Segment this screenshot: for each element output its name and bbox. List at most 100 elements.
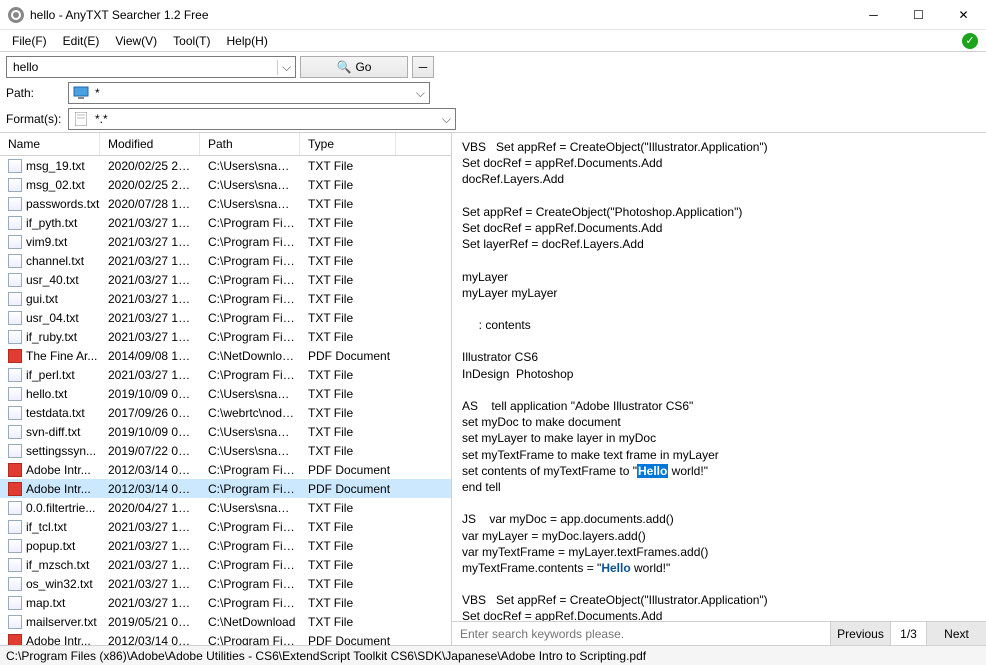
file-name: if_mzsch.txt (26, 558, 89, 572)
table-row[interactable]: usr_40.txt2021/03/27 10:...C:\Program Fi… (0, 270, 451, 289)
app-icon (8, 7, 24, 23)
table-row[interactable]: if_pyth.txt2021/03/27 10:...C:\Program F… (0, 213, 451, 232)
table-row[interactable]: msg_02.txt2020/02/25 23:...C:\Users\snap… (0, 175, 451, 194)
menu-tool[interactable]: Tool(T) (165, 32, 218, 50)
file-name: settingssyn... (26, 444, 96, 458)
path-dropdown-icon[interactable]: ⌵ (416, 86, 425, 101)
file-name: popup.txt (26, 539, 75, 553)
menu-file[interactable]: File(F) (4, 32, 55, 50)
search-toolbar: ⌵ 🔍 Go ─ (0, 52, 986, 80)
table-row[interactable]: svn-diff.txt2019/10/09 06:...C:\Users\sn… (0, 422, 451, 441)
file-type: TXT File (302, 615, 398, 629)
txt-icon (8, 444, 22, 458)
txt-icon (8, 539, 22, 553)
table-row[interactable]: 0.0.filtertrie...2020/04/27 14:...C:\Use… (0, 498, 451, 517)
txt-icon (8, 368, 22, 382)
file-path: C:\Users\snapfil... (202, 425, 302, 439)
file-path: C:\Program File... (202, 558, 302, 572)
file-type: TXT File (302, 425, 398, 439)
file-modified: 2019/10/09 06:... (102, 425, 202, 439)
menu-help[interactable]: Help(H) (219, 32, 276, 50)
format-value: *.* (95, 112, 108, 126)
txt-icon (8, 159, 22, 173)
table-row[interactable]: The Fine Ar...2014/09/08 17:...C:\NetDow… (0, 346, 451, 365)
preview-pane: VBS Set appRef = CreateObject("Illustrat… (452, 133, 986, 645)
table-row[interactable]: vim9.txt2021/03/27 10:...C:\Program File… (0, 232, 451, 251)
table-row[interactable]: mailserver.txt2019/05/21 08:...C:\NetDow… (0, 612, 451, 631)
next-button[interactable]: Next (926, 622, 986, 645)
table-row[interactable]: if_tcl.txt2021/03/27 10:...C:\Program Fi… (0, 517, 451, 536)
file-name: if_tcl.txt (26, 520, 67, 534)
txt-icon (8, 387, 22, 401)
file-modified: 2020/02/25 23:... (102, 159, 202, 173)
file-type: TXT File (302, 178, 398, 192)
col-type[interactable]: Type (300, 133, 396, 155)
file-name: Adobe Intr... (26, 463, 91, 477)
file-type: TXT File (302, 539, 398, 553)
table-row[interactable]: Adobe Intr...2012/03/14 02:...C:\Program… (0, 460, 451, 479)
file-name: passwords.txt (26, 197, 99, 211)
table-row[interactable]: testdata.txt2017/09/26 08:...C:\webrtc\n… (0, 403, 451, 422)
file-path: C:\Program File... (202, 330, 302, 344)
table-row[interactable]: hello.txt2019/10/09 06:...C:\Users\snapf… (0, 384, 451, 403)
go-button[interactable]: 🔍 Go (300, 56, 408, 78)
table-row[interactable]: passwords.txt2020/07/28 12:...C:\Users\s… (0, 194, 451, 213)
menu-edit[interactable]: Edit(E) (55, 32, 108, 50)
file-name: channel.txt (26, 254, 84, 268)
file-path: C:\Program File... (202, 235, 302, 249)
collapse-button[interactable]: ─ (412, 56, 434, 78)
file-name: Adobe Intr... (26, 634, 91, 646)
file-type: PDF Document (302, 482, 398, 496)
minimize-button[interactable]: ─ (851, 0, 896, 30)
col-modified[interactable]: Modified (100, 133, 200, 155)
file-type: TXT File (302, 197, 398, 211)
table-row[interactable]: Adobe Intr...2012/03/14 02:...C:\Program… (0, 479, 451, 498)
file-modified: 2019/07/22 09:... (102, 444, 202, 458)
statusbar-path: C:\Program Files (x86)\Adobe\Adobe Utili… (6, 649, 646, 663)
index-status-icon[interactable]: ✓ (962, 33, 978, 49)
search-dropdown-icon[interactable]: ⌵ (277, 60, 295, 75)
file-modified: 2021/03/27 10:... (102, 254, 202, 268)
search-input[interactable] (7, 60, 277, 74)
table-row[interactable]: if_perl.txt2021/03/27 10:...C:\Program F… (0, 365, 451, 384)
table-row[interactable]: msg_19.txt2020/02/25 23:...C:\Users\snap… (0, 156, 451, 175)
close-button[interactable]: ✕ (941, 0, 986, 30)
table-row[interactable]: settingssyn...2019/07/22 09:...C:\Users\… (0, 441, 451, 460)
file-modified: 2021/03/27 10:... (102, 577, 202, 591)
file-name: if_ruby.txt (26, 330, 77, 344)
menu-view[interactable]: View(V) (107, 32, 165, 50)
search-combo[interactable]: ⌵ (6, 56, 296, 78)
table-row[interactable]: gui.txt2021/03/27 10:...C:\Program File.… (0, 289, 451, 308)
preview-search-input[interactable] (452, 622, 830, 645)
format-combo[interactable]: *.* ⌵ (68, 108, 456, 130)
table-row[interactable]: if_ruby.txt2021/03/27 10:...C:\Program F… (0, 327, 451, 346)
table-row[interactable]: channel.txt2021/03/27 10:...C:\Program F… (0, 251, 451, 270)
col-path[interactable]: Path (200, 133, 300, 155)
txt-icon (8, 330, 22, 344)
table-row[interactable]: Adobe Intr...2012/03/14 02:...C:\Program… (0, 631, 451, 645)
file-path: C:\Users\snapfil... (202, 178, 302, 192)
table-row[interactable]: if_mzsch.txt2021/03/27 10:...C:\Program … (0, 555, 451, 574)
table-row[interactable]: os_win32.txt2021/03/27 10:...C:\Program … (0, 574, 451, 593)
format-dropdown-icon[interactable]: ⌵ (442, 112, 451, 127)
statusbar: C:\Program Files (x86)\Adobe\Adobe Utili… (0, 645, 986, 665)
path-combo[interactable]: * ⌵ (68, 82, 430, 104)
txt-icon (8, 558, 22, 572)
table-row[interactable]: popup.txt2021/03/27 10:...C:\Program Fil… (0, 536, 451, 555)
file-name: vim9.txt (26, 235, 67, 249)
maximize-button[interactable]: ☐ (896, 0, 941, 30)
menubar: File(F) Edit(E) View(V) Tool(T) Help(H) … (0, 30, 986, 52)
table-row[interactable]: usr_04.txt2021/03/27 10:...C:\Program Fi… (0, 308, 451, 327)
file-name: if_pyth.txt (26, 216, 77, 230)
file-type: TXT File (302, 235, 398, 249)
file-name: if_perl.txt (26, 368, 75, 382)
col-name[interactable]: Name (0, 133, 100, 155)
results-list[interactable]: msg_19.txt2020/02/25 23:...C:\Users\snap… (0, 156, 451, 645)
file-path: C:\Program File... (202, 596, 302, 610)
pdf-icon (8, 463, 22, 477)
file-modified: 2021/03/27 10:... (102, 539, 202, 553)
table-row[interactable]: map.txt2021/03/27 10:...C:\Program File.… (0, 593, 451, 612)
previous-button[interactable]: Previous (830, 622, 890, 645)
file-path: C:\Program File... (202, 311, 302, 325)
preview-text[interactable]: VBS Set appRef = CreateObject("Illustrat… (452, 133, 986, 621)
